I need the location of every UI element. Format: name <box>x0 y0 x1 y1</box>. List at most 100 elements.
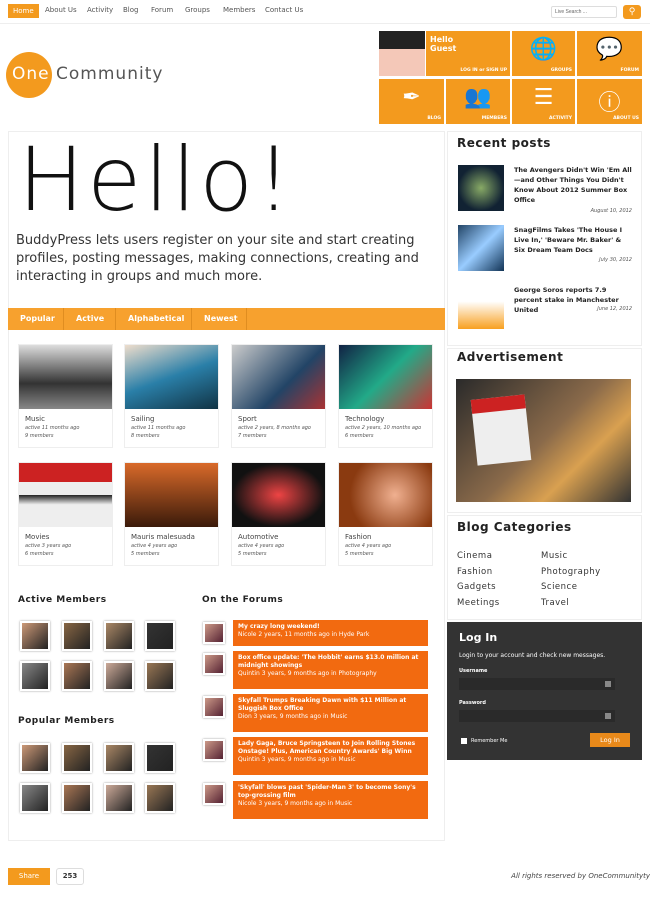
forum-topic-title[interactable]: My crazy long weekend! <box>238 623 423 631</box>
blog-label: BLOG <box>427 116 441 121</box>
chat-bubbles-icon: 💬 <box>595 37 624 62</box>
group-image <box>125 463 218 527</box>
recent-post-title[interactable]: SnagFilms Takes 'The House I Live In,' '… <box>514 225 634 255</box>
category-link[interactable]: Meetings <box>457 598 500 608</box>
forum-avatar[interactable] <box>203 653 225 675</box>
forum-topic-title[interactable]: Skyfall Trumps Breaking Dawn with $11 Mi… <box>238 697 423 713</box>
login-title: Log In <box>459 631 498 644</box>
member-avatar[interactable] <box>62 743 92 773</box>
tile-activity[interactable]: ☰ ACTIVITY <box>512 79 575 124</box>
group-card[interactable]: Technology active 2 years, 10 months ago 6… <box>338 344 433 448</box>
tab-popular[interactable]: Popular <box>20 314 55 336</box>
logo[interactable]: One Community <box>12 64 163 84</box>
member-avatar[interactable] <box>104 783 134 813</box>
member-avatar[interactable] <box>20 621 50 651</box>
share-count: 253 <box>56 868 84 885</box>
group-name[interactable]: Movies <box>25 533 112 541</box>
group-members: 5 members <box>238 551 267 557</box>
recent-post-thumb[interactable] <box>458 165 504 211</box>
group-name[interactable]: Sailing <box>131 415 218 423</box>
forum-avatar[interactable] <box>203 739 225 761</box>
tile-login[interactable]: Hello Guest LOG IN or SIGN UP <box>426 31 510 76</box>
group-card[interactable]: Music active 11 months ago 9 members <box>18 344 113 448</box>
tab-newest[interactable]: Newest <box>204 314 238 336</box>
member-avatar[interactable] <box>104 743 134 773</box>
tile-members[interactable]: 👥 MEMBERS <box>446 79 510 124</box>
category-link[interactable]: Cinema <box>457 551 492 561</box>
member-avatar[interactable] <box>20 743 50 773</box>
forum-topic[interactable]: Lady Gaga, Bruce Springsteen to Join Rol… <box>233 737 428 775</box>
group-card[interactable]: Movies active 3 years ago 6 members <box>18 462 113 566</box>
categories-title: Blog Categories <box>457 520 572 534</box>
search-input[interactable]: Live Search ... <box>551 6 617 18</box>
category-link[interactable]: Science <box>541 582 577 592</box>
nav-contact[interactable]: Contact Us <box>265 6 303 14</box>
remember-checkbox[interactable] <box>461 738 467 744</box>
recent-post-title[interactable]: The Avengers Didn't Win 'Em All—and Othe… <box>514 165 634 205</box>
forum-topic[interactable]: My crazy long weekend! Nicole 2 years, 11… <box>233 620 428 646</box>
login-button[interactable]: Log In <box>590 733 630 747</box>
member-avatar[interactable] <box>145 783 175 813</box>
group-card[interactable]: Mauris malesuada active 4 years ago 5 memb… <box>124 462 219 566</box>
forum-avatar[interactable] <box>203 783 225 805</box>
forum-avatar[interactable] <box>203 696 225 718</box>
group-name[interactable]: Automotive <box>238 533 325 541</box>
group-card[interactable]: Sport active 2 years, 8 months ago 7 membe… <box>231 344 326 448</box>
member-avatar[interactable] <box>20 661 50 691</box>
category-link[interactable]: Gadgets <box>457 582 496 592</box>
forum-topic-title[interactable]: Box office update: 'The Hobbit' earns $1… <box>238 654 423 670</box>
password-label: Password <box>459 700 486 706</box>
nav-blog[interactable]: Blog <box>123 6 138 14</box>
info-icon: ⓘ <box>598 91 621 116</box>
group-name[interactable]: Mauris malesuada <box>131 533 218 541</box>
group-name[interactable]: Technology <box>345 415 432 423</box>
advertisement-image[interactable] <box>456 379 631 502</box>
member-avatar[interactable] <box>62 661 92 691</box>
forum-avatar[interactable] <box>203 622 225 644</box>
member-avatar[interactable] <box>104 621 134 651</box>
group-name[interactable]: Fashion <box>345 533 432 541</box>
category-link[interactable]: Photography <box>541 567 601 577</box>
member-avatar[interactable] <box>145 743 175 773</box>
recent-post-thumb[interactable] <box>458 225 504 271</box>
keyboard-icon <box>605 713 611 719</box>
tile-forum[interactable]: 💬 FORUM <box>577 31 642 76</box>
recent-post-thumb[interactable] <box>458 283 504 329</box>
category-link[interactable]: Music <box>541 551 568 561</box>
username-input[interactable] <box>459 678 615 690</box>
tile-about[interactable]: ⓘ ABOUT US <box>577 79 642 124</box>
member-avatar[interactable] <box>20 783 50 813</box>
nav-forum[interactable]: Forum <box>151 6 173 14</box>
login-subtitle: Login to your account and check new mess… <box>459 652 606 659</box>
nav-groups[interactable]: Groups <box>185 6 210 14</box>
tile-groups[interactable]: 🌐 GROUPS <box>512 31 575 76</box>
share-button[interactable]: Share <box>8 868 50 885</box>
forum-topic[interactable]: 'Skyfall' blows past 'Spider-Man 3' to b… <box>233 781 428 819</box>
search-icon[interactable]: ⚲ <box>623 5 641 19</box>
group-members: 6 members <box>345 433 374 439</box>
password-input[interactable] <box>459 710 615 722</box>
forum-topic[interactable]: Box office update: 'The Hobbit' earns $1… <box>233 651 428 689</box>
forum-topic[interactable]: Skyfall Trumps Breaking Dawn with $11 Mi… <box>233 694 428 732</box>
group-card[interactable]: Automotive active 4 years ago 5 members <box>231 462 326 566</box>
group-card[interactable]: Sailing active 11 months ago 8 members <box>124 344 219 448</box>
group-name[interactable]: Sport <box>238 415 325 423</box>
member-avatar[interactable] <box>62 621 92 651</box>
member-avatar[interactable] <box>145 621 175 651</box>
category-link[interactable]: Travel <box>541 598 569 608</box>
category-link[interactable]: Fashion <box>457 567 493 577</box>
tile-blog[interactable]: ✒ BLOG <box>379 79 444 124</box>
member-avatar[interactable] <box>104 661 134 691</box>
member-avatar[interactable] <box>145 661 175 691</box>
group-card[interactable]: Fashion active 4 years ago 5 members <box>338 462 433 566</box>
nav-activity[interactable]: Activity <box>87 6 113 14</box>
nav-members[interactable]: Members <box>223 6 255 14</box>
nav-home[interactable]: Home <box>8 4 39 18</box>
tab-alphabetical[interactable]: Alphabetical <box>128 314 184 336</box>
forum-topic-title[interactable]: 'Skyfall' blows past 'Spider-Man 3' to b… <box>238 784 423 800</box>
nav-about[interactable]: About Us <box>45 6 77 14</box>
group-name[interactable]: Music <box>25 415 112 423</box>
member-avatar[interactable] <box>62 783 92 813</box>
tab-active[interactable]: Active <box>76 314 104 336</box>
forum-topic-title[interactable]: Lady Gaga, Bruce Springsteen to Join Rol… <box>238 740 423 756</box>
